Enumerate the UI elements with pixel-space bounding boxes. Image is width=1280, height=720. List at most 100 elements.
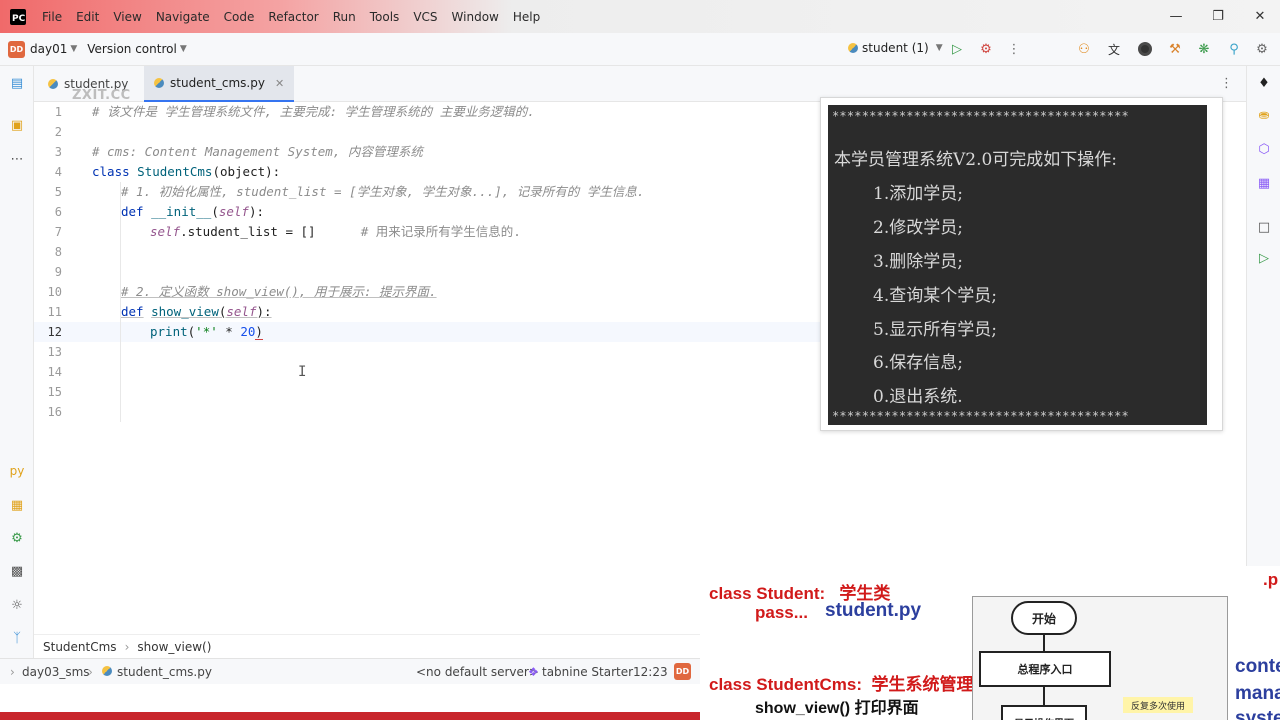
debug-icon[interactable]: ⚙ (978, 41, 994, 57)
menu-file[interactable]: File (42, 10, 62, 24)
more-tools-icon[interactable]: ⋯ (8, 150, 26, 168)
chevron-down-icon: ▼ (935, 43, 943, 53)
menu-refactor[interactable]: Refactor (268, 10, 318, 24)
slide-show-view: show_view() 打印界面 (755, 700, 919, 717)
code-line-12: print('*' * 20) (150, 324, 263, 340)
slide-file-student-py: student.py (825, 600, 922, 621)
code-line-11: def show_view(self): (121, 304, 272, 319)
stars-line-bottom: **************************************** (832, 409, 1129, 423)
slide-right-word: conte (1235, 656, 1280, 677)
problems-icon[interactable]: ☼ (8, 596, 26, 614)
status-project[interactable]: day03_sms (22, 665, 90, 679)
slide-right-word: syste (1235, 708, 1280, 720)
text-icon[interactable]: □ (1255, 218, 1273, 236)
ai-assistant-icon[interactable]: ❋ (1196, 41, 1212, 57)
flow-arrow (1043, 635, 1045, 651)
python-file-icon (48, 79, 58, 89)
slide-class-studentcms: class StudentCms: 学生系统管理类 (709, 675, 991, 694)
terminal-icon[interactable]: ▩ (8, 562, 26, 580)
chevron-down-icon[interactable]: ▼ (180, 44, 187, 54)
tools-icon[interactable]: ⚒ (1167, 41, 1183, 57)
status-server[interactable]: <no default server> (416, 665, 539, 679)
line-number: 7 (54, 225, 62, 239)
menu-title: 本学员管理系统V2.0可完成如下操作: (834, 150, 1118, 170)
tab-student-cms-py[interactable]: student_cms.py ✕ (144, 66, 295, 102)
line-number: 10 (47, 285, 62, 299)
breadcrumb-class[interactable]: StudentCms (43, 640, 117, 654)
more-actions-icon[interactable]: ⋮ (1006, 41, 1022, 57)
sciview-icon[interactable]: ⬡ (1255, 140, 1273, 158)
line-number: 6 (54, 205, 62, 219)
video-progress-bar (0, 712, 702, 720)
python-file-icon (154, 78, 164, 88)
menu-tools[interactable]: Tools (370, 10, 400, 24)
close-tab-icon[interactable]: ✕ (275, 77, 284, 90)
run-tool-icon[interactable]: ▷ (1255, 249, 1273, 267)
menu-edit[interactable]: Edit (76, 10, 99, 24)
line-number: 2 (54, 125, 62, 139)
notifications-icon[interactable]: ♦ (1255, 74, 1273, 92)
line-number: 8 (54, 245, 62, 259)
menu-option: 1.添加学员; (873, 184, 963, 204)
menu-window[interactable]: Window (452, 10, 499, 24)
line-number-current: 12 (47, 325, 62, 339)
python-icon (848, 43, 858, 53)
python-console-icon[interactable]: py (8, 462, 26, 480)
breadcrumb-method[interactable]: show_view() (137, 640, 211, 654)
git-icon[interactable]: ᛉ (8, 629, 26, 647)
menu-help[interactable]: Help (513, 10, 540, 24)
line-number: 9 (54, 265, 62, 279)
record-icon[interactable] (1137, 41, 1153, 57)
status-caret-position[interactable]: 12:23 (633, 665, 668, 679)
code-with-me-icon[interactable]: ⚇ (1076, 41, 1092, 57)
flowchart: 开始 总程序入口 显示操作界面 反复多次使用 (972, 596, 1228, 720)
status-file[interactable]: student_cms.py (117, 665, 212, 679)
flow-start-node: 开始 (1011, 601, 1077, 635)
minimize-icon[interactable]: — (1168, 8, 1184, 24)
chevron-right-icon: › (10, 665, 15, 679)
run-configuration-selector[interactable]: student (1) ▼ (848, 41, 943, 55)
slide-right-word: mana (1235, 683, 1280, 704)
menu-option: 3.删除学员; (873, 252, 963, 272)
packages-icon[interactable]: ▦ (8, 496, 26, 514)
menu-run[interactable]: Run (333, 10, 356, 24)
project-view-icon[interactable]: ▤ (8, 74, 26, 92)
menu-option: 4.查询某个学员; (873, 286, 997, 306)
menu-view[interactable]: View (113, 10, 141, 24)
project-badge[interactable]: DD (8, 40, 25, 58)
flow-note: 反复多次使用 (1123, 697, 1193, 713)
close-icon[interactable]: ✕ (1252, 8, 1268, 24)
project-name[interactable]: day01 (30, 42, 67, 56)
services-icon[interactable]: ⚙ (8, 529, 26, 547)
table-icon[interactable]: ▦ (1255, 174, 1273, 192)
status-badge[interactable]: DD (674, 663, 691, 680)
menu-navigate[interactable]: Navigate (156, 10, 210, 24)
menu-vcs[interactable]: VCS (413, 10, 437, 24)
search-icon[interactable]: ⚲ (1226, 41, 1242, 57)
restore-icon[interactable]: ❐ (1210, 8, 1226, 24)
slide-corner-text: .p (1263, 570, 1279, 589)
translate-icon[interactable]: 文 (1106, 41, 1122, 57)
tab-options-icon[interactable]: ⋮ (1220, 76, 1233, 91)
slide-pass: pass... (755, 603, 808, 622)
flow-entry-node: 总程序入口 (979, 651, 1111, 687)
menu-option: 2.修改学员; (873, 218, 963, 238)
database-icon[interactable]: ⛂ (1255, 106, 1273, 124)
watermark: ZXIT.CC (72, 88, 131, 103)
line-number: 5 (54, 185, 62, 199)
window-controls: — ❐ ✕ (1168, 8, 1268, 24)
line-number: 14 (47, 365, 62, 379)
flow-arrow (1043, 687, 1045, 705)
status-tabnine[interactable]: tabnine Starter (542, 665, 633, 679)
version-control-menu[interactable]: Version control (87, 42, 177, 56)
chevron-down-icon[interactable]: ▼ (70, 44, 77, 54)
settings-icon[interactable]: ⚙ (1254, 41, 1270, 57)
python-file-icon (102, 665, 112, 679)
run-icon[interactable]: ▷ (949, 41, 965, 57)
chevron-right-icon: › (88, 665, 93, 679)
tab-label: student_cms.py (170, 76, 265, 90)
menu-code[interactable]: Code (224, 10, 255, 24)
line-number: 4 (54, 165, 62, 179)
line-number: 13 (47, 345, 62, 359)
bookmarks-icon[interactable]: ▣ (8, 116, 26, 134)
